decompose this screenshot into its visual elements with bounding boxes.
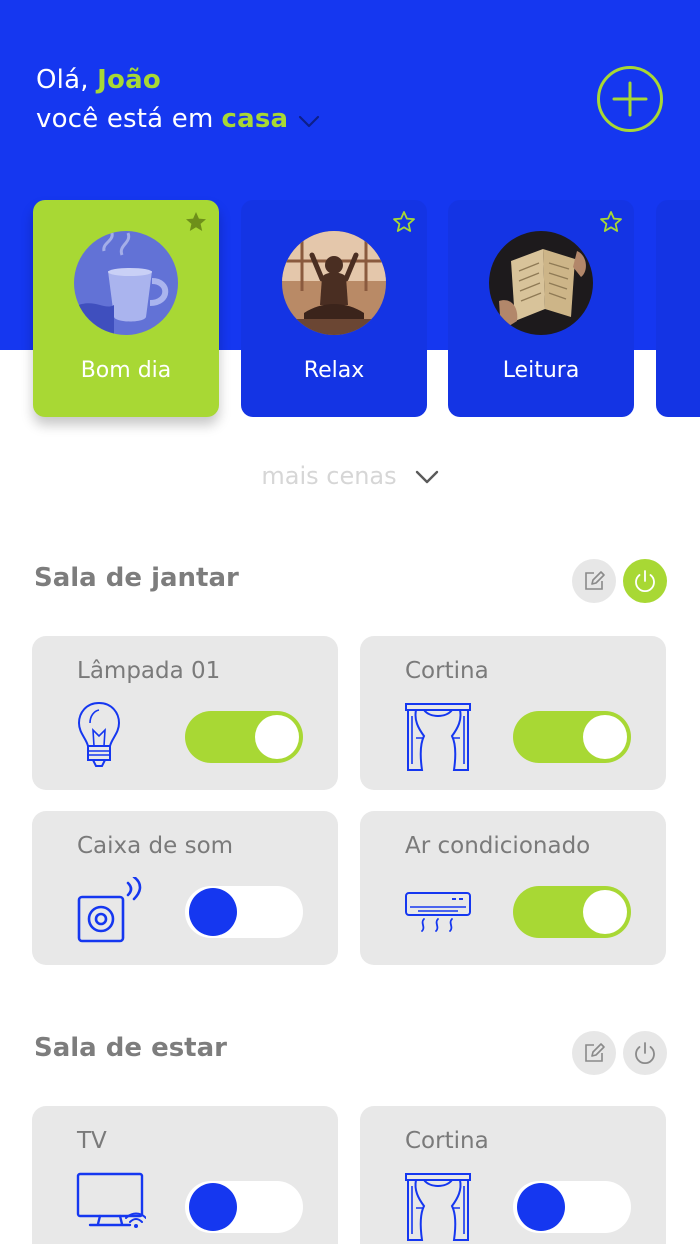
edit-room-button[interactable] — [572, 1031, 616, 1075]
device-card-cortina[interactable]: Cortina — [360, 636, 666, 790]
star-filled-icon[interactable] — [184, 210, 208, 238]
room-power-button[interactable] — [623, 1031, 667, 1075]
room-power-button[interactable] — [623, 559, 667, 603]
toggle-knob — [189, 1183, 237, 1231]
device-card-cortina[interactable]: Cortina — [360, 1106, 666, 1244]
curtain-icon — [404, 700, 472, 776]
device-toggle[interactable] — [513, 1181, 631, 1233]
scene-label: Leitura — [502, 358, 580, 383]
toggle-knob — [583, 890, 627, 934]
device-toggle[interactable] — [185, 1181, 303, 1233]
speaker-icon — [76, 875, 146, 947]
scene-card-relax[interactable]: Relax — [241, 200, 427, 417]
device-toggle[interactable] — [513, 886, 631, 938]
device-card-ar-condicionado[interactable]: Ar condicionado — [360, 811, 666, 965]
chevron-down-icon — [298, 103, 320, 140]
edit-room-button[interactable] — [572, 559, 616, 603]
power-icon — [635, 1042, 655, 1065]
star-outline-icon[interactable] — [392, 210, 416, 238]
edit-icon — [585, 571, 605, 590]
room-title: Sala de jantar — [34, 563, 239, 593]
lightbulb-icon — [76, 700, 122, 774]
reading-photo — [489, 231, 593, 335]
scene-label: Bom dia — [80, 358, 172, 383]
device-label: Ar condicionado — [405, 833, 591, 859]
chevron-down-icon — [415, 462, 439, 490]
coffee-photo — [74, 231, 178, 335]
device-card-lampada[interactable]: Lâmpada 01 — [32, 636, 338, 790]
greeting: Olá, João você está em casa — [36, 62, 320, 140]
air-conditioner-icon — [404, 889, 474, 941]
device-label: Cortina — [405, 658, 489, 684]
device-label: TV — [77, 1128, 107, 1154]
curtain-icon — [404, 1170, 472, 1244]
tv-icon — [76, 1172, 147, 1236]
toggle-knob — [583, 715, 627, 759]
toggle-knob — [189, 888, 237, 936]
star-outline-icon[interactable] — [599, 210, 623, 238]
device-card-caixa-de-som[interactable]: Caixa de som — [32, 811, 338, 965]
location-name: casa — [221, 104, 289, 134]
room-title: Sala de estar — [34, 1033, 227, 1063]
meditation-photo — [282, 231, 386, 335]
more-scenes-label: mais cenas — [261, 462, 397, 490]
plus-icon — [612, 81, 648, 117]
user-name: João — [97, 65, 161, 95]
device-label: Cortina — [405, 1128, 489, 1154]
device-label: Lâmpada 01 — [77, 658, 221, 684]
add-button[interactable] — [597, 66, 663, 132]
location-selector[interactable]: você está em casa — [36, 99, 320, 140]
toggle-knob — [517, 1183, 565, 1231]
toggle-knob — [255, 715, 299, 759]
scene-label: Relax — [303, 358, 365, 383]
scene-card-bom-dia[interactable]: Bom dia — [33, 200, 219, 417]
more-scenes-button[interactable]: mais cenas — [0, 462, 700, 490]
device-label: Caixa de som — [77, 833, 234, 859]
power-icon — [635, 570, 655, 593]
device-toggle[interactable] — [185, 711, 303, 763]
edit-icon — [585, 1043, 605, 1062]
greeting-line: Olá, João — [36, 62, 320, 99]
location-prefix: você está em — [36, 104, 214, 134]
device-toggle[interactable] — [513, 711, 631, 763]
device-toggle[interactable] — [185, 886, 303, 938]
device-card-tv[interactable]: TV — [32, 1106, 338, 1244]
greeting-prefix: Olá, — [36, 65, 89, 95]
scene-card-leitura[interactable]: Leitura — [448, 200, 634, 417]
scene-card-partial[interactable] — [656, 200, 700, 417]
